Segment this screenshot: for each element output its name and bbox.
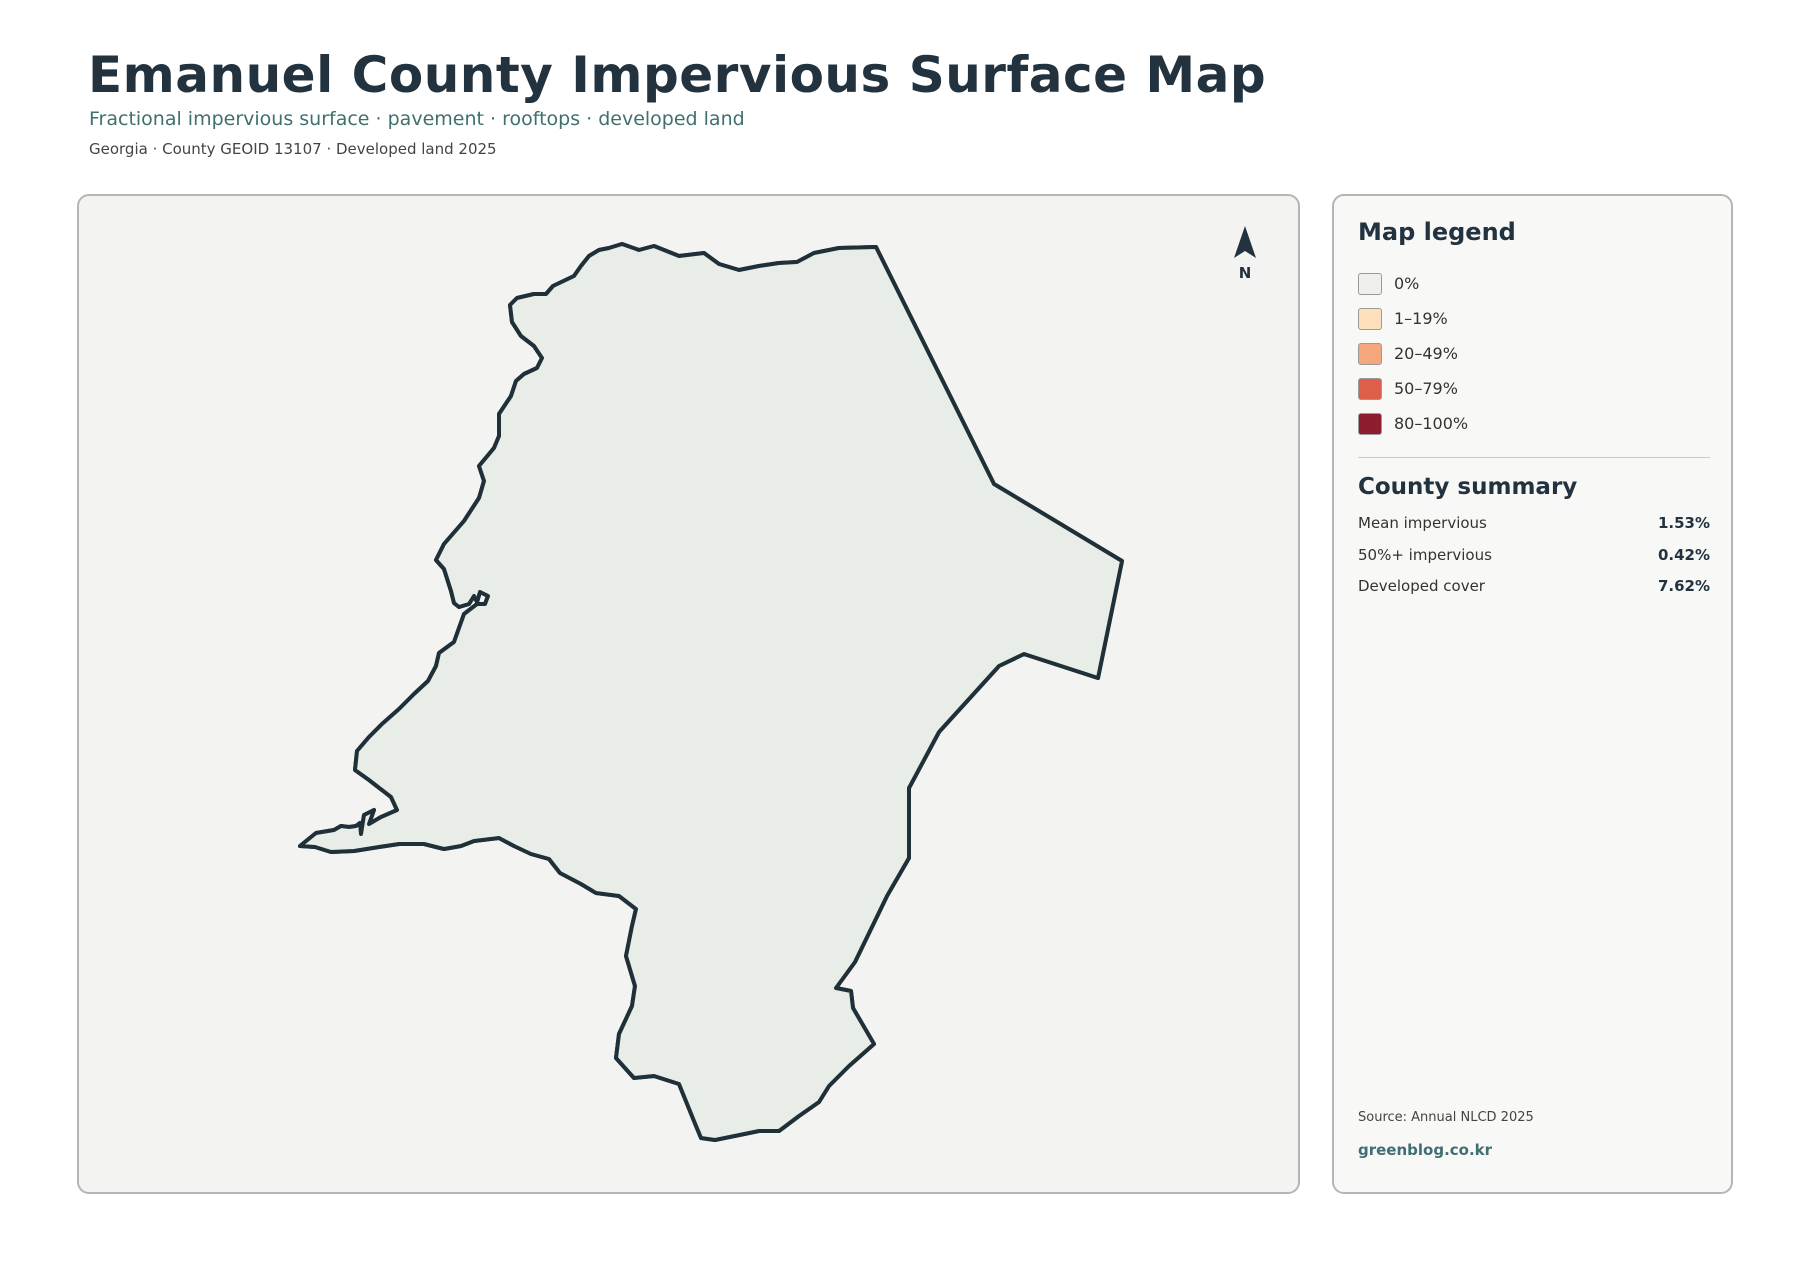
legend-label: 1–19%: [1394, 309, 1448, 328]
legend-items: 0% 1–19% 20–49% 50–79% 80–100%: [1358, 266, 1468, 441]
county-map[interactable]: [79, 196, 1300, 1194]
legend-item: 1–19%: [1358, 301, 1468, 336]
legend-divider: [1358, 457, 1710, 458]
summary-title: County summary: [1358, 474, 1578, 500]
page-subtitle: Fractional impervious surface · pavement…: [89, 108, 745, 130]
legend-swatch: [1358, 307, 1382, 330]
legend-label: 20–49%: [1394, 344, 1458, 363]
page-meta: Georgia · County GEOID 13107 · Developed…: [89, 140, 497, 158]
summary-row: Developed cover 7.62%: [1358, 577, 1710, 609]
legend-label: 0%: [1394, 274, 1420, 293]
summary-label: Developed cover: [1358, 577, 1485, 595]
summary-table: Mean impervious 1.53% 50%+ impervious 0.…: [1358, 514, 1710, 609]
legend-swatch: [1358, 377, 1382, 400]
summary-value: 0.42%: [1657, 545, 1710, 564]
legend-item: 50–79%: [1358, 371, 1468, 406]
north-label: N: [1238, 264, 1252, 282]
legend-item: 0%: [1358, 266, 1468, 301]
legend-title: Map legend: [1358, 218, 1516, 246]
legend-swatch: [1358, 272, 1382, 295]
legend-panel: Map legend 0% 1–19% 20–49% 50–79% 80–100…: [1332, 194, 1733, 1194]
legend-swatch: [1358, 412, 1382, 435]
summary-value: 7.62%: [1657, 577, 1710, 595]
source-note: Source: Annual NLCD 2025: [1358, 1110, 1534, 1125]
summary-label: 50%+ impervious: [1358, 545, 1492, 564]
credit-link[interactable]: greenblog.co.kr: [1358, 1141, 1492, 1159]
legend-item: 20–49%: [1358, 336, 1468, 371]
summary-row: 50%+ impervious 0.42%: [1358, 546, 1710, 578]
legend-label: 50–79%: [1394, 379, 1458, 398]
summary-value: 1.53%: [1657, 514, 1710, 532]
legend-swatch: [1358, 342, 1382, 365]
legend-item: 80–100%: [1358, 406, 1468, 441]
page-title: Emanuel County Impervious Surface Map: [88, 46, 1267, 104]
summary-label: Mean impervious: [1358, 514, 1487, 532]
map-panel[interactable]: [77, 194, 1300, 1194]
legend-label: 80–100%: [1394, 414, 1469, 433]
summary-row: Mean impervious 1.53%: [1358, 514, 1710, 546]
